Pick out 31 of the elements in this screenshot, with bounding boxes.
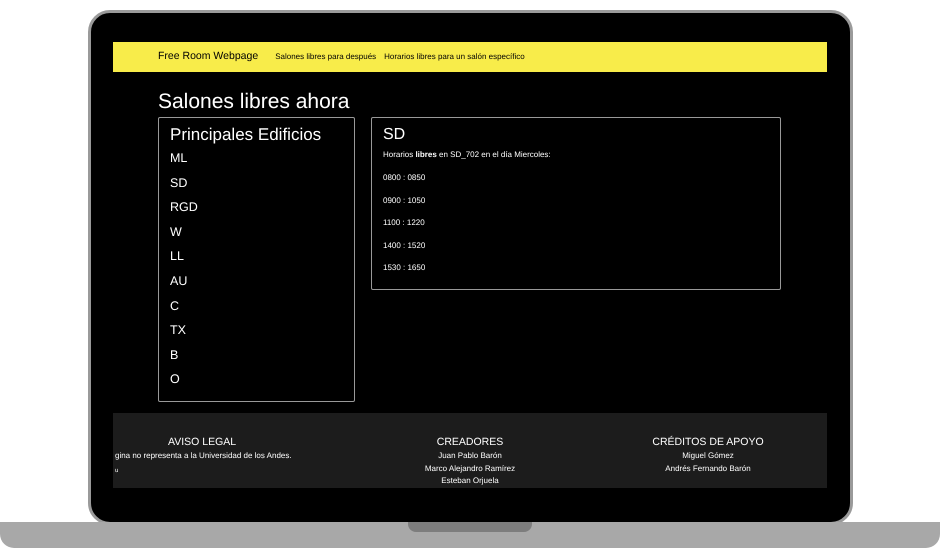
card-title: Principales Edificios xyxy=(170,124,322,146)
building-link[interactable]: LL xyxy=(170,244,343,269)
building-link[interactable]: O xyxy=(170,367,343,392)
building-link[interactable]: W xyxy=(170,220,343,244)
footer-text: Miguel Gómez xyxy=(682,450,734,462)
nav-link[interactable]: Horarios libres para un salón específico xyxy=(384,51,525,63)
time-slot: 1100 : 1220 xyxy=(383,217,769,228)
time-slot: 1400 : 1520 xyxy=(383,240,769,250)
time-slot: 0900 : 1050 xyxy=(383,194,769,206)
footer-text: Juan Pablo Barón xyxy=(438,450,502,462)
building-link[interactable]: TX xyxy=(170,318,343,343)
building-link[interactable]: SD xyxy=(170,170,343,196)
building-link[interactable]: C xyxy=(170,294,343,318)
building-link[interactable]: B xyxy=(170,342,343,368)
nav-link[interactable]: Salones libres para después xyxy=(275,51,376,63)
page-title: Salones libres ahora xyxy=(158,89,350,115)
brand-link[interactable]: Free Room Webpage xyxy=(158,49,258,65)
schedule-intro: Horarios libres en SD_702 en el día Miercoles: xyxy=(383,149,552,161)
footer-heading: CRÉDITOS DE APOYO xyxy=(652,435,764,449)
footer-text: gina no representa a la Universidad de los Andes. xyxy=(115,450,292,462)
building-link[interactable]: ML xyxy=(170,146,343,171)
footer-text: Esteban Orjuela xyxy=(441,475,499,487)
building-link[interactable]: RGD xyxy=(170,195,343,220)
time-slot: 0800 : 0850 xyxy=(383,172,769,183)
footer-heading: CREADORES xyxy=(436,435,504,449)
footer-text: Andrés Fernando Barón xyxy=(665,462,751,474)
time-slot: 1530 : 1650 xyxy=(383,262,769,273)
card-title: SD xyxy=(383,125,406,145)
building-link[interactable]: AU xyxy=(170,268,343,294)
footer-heading: AVISO LEGAL xyxy=(168,435,236,449)
footer-text: Marco Alejandro Ramírez xyxy=(424,462,516,475)
